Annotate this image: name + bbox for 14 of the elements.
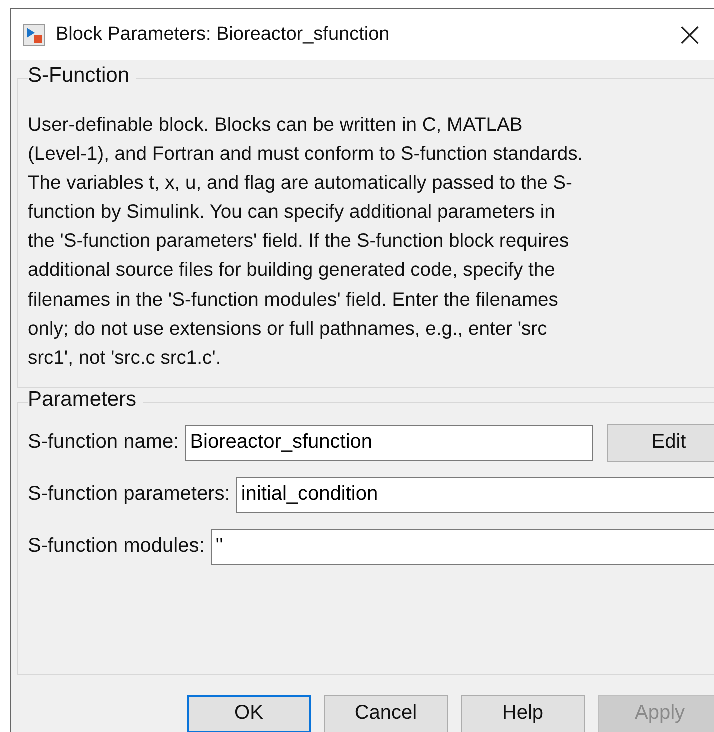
field-label: S-function parameters: bbox=[28, 483, 230, 506]
input-field[interactable]: '' bbox=[210, 528, 714, 565]
window-title: Block Parameters: Bioreactor_sfunction bbox=[56, 24, 390, 46]
close-button[interactable]: × bbox=[675, 20, 705, 50]
input-field[interactable]: initial_condition bbox=[236, 476, 714, 513]
field-label: S-function modules: bbox=[28, 535, 205, 558]
edit-button[interactable]: Edit bbox=[607, 424, 714, 462]
dialog-button[interactable]: Cancel bbox=[324, 694, 448, 732]
input-field[interactable]: Bioreactor_sfunction bbox=[185, 424, 593, 461]
block-icon bbox=[23, 24, 45, 46]
field-label: S-function name: bbox=[28, 431, 180, 454]
description-text: User-definable block. Blocks can be written in C, MATLAB (Level-1), and Fortran and must conform to S-function standards. The variables t, x, u, and flag are automatically passed to the S- function by Simulink. You can specify additional parameters in the 'S-function parameters' field. If the S-function block requires additional source files for building generated code, specify the filenames in the 'S-function modules' field. Enter the filenames only; do not use extensions or full pathnames, e.g., enter 'src src1', not 'src.c src1.c'. bbox=[28, 114, 584, 371]
dialog-button[interactable]: Help bbox=[461, 694, 585, 732]
dialog-button[interactable]: OK bbox=[187, 694, 311, 732]
